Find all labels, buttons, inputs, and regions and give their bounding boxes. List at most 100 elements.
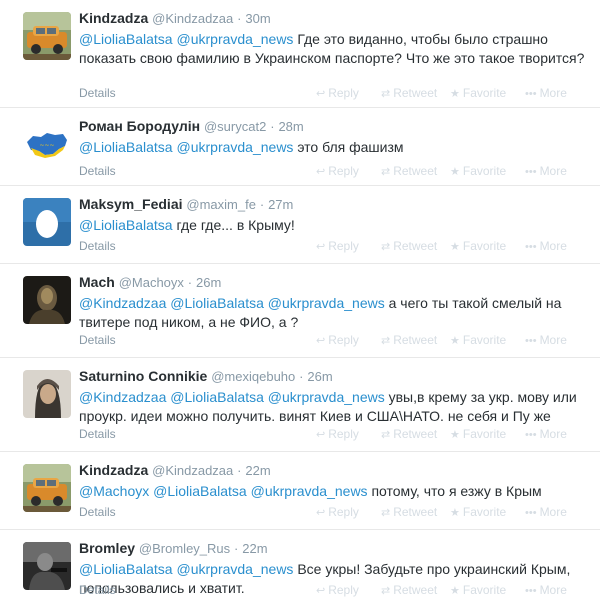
more-button[interactable]: ••• More (525, 427, 567, 441)
tweet[interactable]: Saturnino Connikie @mexiqebuho · 26m @Ki… (0, 358, 600, 452)
username[interactable]: @Kindzadzaa (152, 11, 233, 26)
mention-link[interactable]: @LioliaBalatsa (153, 483, 247, 499)
mention-link[interactable]: @LioliaBalatsa (79, 31, 173, 47)
avatar[interactable] (23, 370, 71, 418)
reply-icon: ↩ (316, 335, 326, 347)
tweet[interactable]: ~~~ Роман Бородулін @surycat2 · 28m @Lio… (0, 108, 600, 186)
favorite-button[interactable]: ★ Favorite (450, 583, 506, 597)
timestamp[interactable]: 26m (196, 275, 221, 290)
retweet-label: Retweet (393, 505, 438, 519)
favorite-button[interactable]: ★ Favorite (450, 333, 506, 347)
details-link[interactable]: Details (79, 583, 116, 597)
timestamp[interactable]: 22m (245, 463, 270, 478)
more-label: More (539, 427, 567, 441)
reply-button[interactable]: ↩ Reply (316, 505, 359, 519)
timestamp[interactable]: 27m (268, 197, 293, 212)
avatar[interactable]: ~~~ (23, 120, 71, 168)
username[interactable]: @mexiqebuho (211, 369, 295, 384)
favorite-button[interactable]: ★ Favorite (450, 164, 506, 178)
more-dots-icon: ••• (525, 335, 537, 347)
tweet-text-body: где где... в Крыму! (176, 217, 295, 233)
more-button[interactable]: ••• More (525, 505, 567, 519)
tweet-text: @Kindzadzaa @LioliaBalatsa @ukrpravda_ne… (79, 388, 590, 426)
favorite-button[interactable]: ★ Favorite (450, 427, 506, 441)
retweet-button[interactable]: ⇄ Retweet (381, 333, 437, 347)
star-icon: ★ (450, 241, 460, 253)
mention-link[interactable]: @LioliaBalatsa (79, 561, 173, 577)
mention-link[interactable]: @ukrpravda_news (268, 295, 385, 311)
reply-icon: ↩ (316, 88, 326, 100)
mention-link[interactable]: @ukrpravda_news (177, 31, 294, 47)
favorite-button[interactable]: ★ Favorite (450, 86, 506, 100)
tweet[interactable]: Mach @Machoyx · 26m @Kindzadzaa @LioliaB… (0, 264, 600, 358)
reply-button[interactable]: ↩ Reply (316, 427, 359, 441)
more-button[interactable]: ••• More (525, 583, 567, 597)
reply-button[interactable]: ↩ Reply (316, 583, 359, 597)
retweet-button[interactable]: ⇄ Retweet (381, 505, 437, 519)
username[interactable]: @Bromley_Rus (139, 541, 230, 556)
fullname[interactable]: Роман Бородулін (79, 118, 200, 134)
retweet-button[interactable]: ⇄ Retweet (381, 583, 437, 597)
more-button[interactable]: ••• More (525, 86, 567, 100)
fullname[interactable]: Bromley (79, 540, 135, 556)
timestamp[interactable]: 30m (245, 11, 270, 26)
more-button[interactable]: ••• More (525, 164, 567, 178)
timestamp[interactable]: 28m (278, 119, 303, 134)
more-button[interactable]: ••• More (525, 239, 567, 253)
reply-button[interactable]: ↩ Reply (316, 333, 359, 347)
username[interactable]: @Kindzadzaa (152, 463, 233, 478)
reply-label: Reply (328, 164, 359, 178)
mention-link[interactable]: @Kindzadzaa (79, 389, 166, 405)
reply-button[interactable]: ↩ Reply (316, 239, 359, 253)
details-link[interactable]: Details (79, 239, 116, 253)
fullname[interactable]: Kindzadza (79, 10, 148, 26)
reply-button[interactable]: ↩ Reply (316, 164, 359, 178)
mention-link[interactable]: @ukrpravda_news (251, 483, 368, 499)
tweet[interactable]: Kindzadza @Kindzadzaa · 30m @LioliaBalat… (0, 0, 600, 108)
mention-link[interactable]: @ukrpravda_news (177, 561, 294, 577)
retweet-button[interactable]: ⇄ Retweet (381, 86, 437, 100)
fullname[interactable]: Saturnino Connikie (79, 368, 207, 384)
tweet[interactable]: Maksym_Fediai @maxim_fe · 27m @LioliaBal… (0, 186, 600, 264)
details-link[interactable]: Details (79, 333, 116, 347)
fullname[interactable]: Kindzadza (79, 462, 148, 478)
details-link[interactable]: Details (79, 86, 116, 100)
mention-link[interactable]: @ukrpravda_news (268, 389, 385, 405)
username[interactable]: @surycat2 (204, 119, 266, 134)
details-link[interactable]: Details (79, 164, 116, 178)
fullname[interactable]: Maksym_Fediai (79, 196, 183, 212)
details-link[interactable]: Details (79, 427, 116, 441)
reply-button[interactable]: ↩ Reply (316, 86, 359, 100)
timestamp[interactable]: 22m (242, 541, 267, 556)
more-button[interactable]: ••• More (525, 333, 567, 347)
mention-link[interactable]: @LioliaBalatsa (79, 217, 173, 233)
username[interactable]: @Machoyx (119, 275, 184, 290)
tweet[interactable]: Kindzadza @Kindzadzaa · 22m @Machoyx @Li… (0, 452, 600, 530)
mention-link[interactable]: @LioliaBalatsa (79, 139, 173, 155)
username[interactable]: @maxim_fe (186, 197, 256, 212)
reply-icon: ↩ (316, 429, 326, 441)
mention-link[interactable]: @LioliaBalatsa (170, 389, 264, 405)
favorite-button[interactable]: ★ Favorite (450, 239, 506, 253)
retweet-button[interactable]: ⇄ Retweet (381, 427, 437, 441)
more-dots-icon: ••• (525, 166, 537, 178)
timestamp[interactable]: 26m (307, 369, 332, 384)
details-link[interactable]: Details (79, 505, 116, 519)
mention-link[interactable]: @LioliaBalatsa (170, 295, 264, 311)
retweet-button[interactable]: ⇄ Retweet (381, 239, 437, 253)
retweet-button[interactable]: ⇄ Retweet (381, 164, 437, 178)
reply-label: Reply (328, 333, 359, 347)
mention-link[interactable]: @ukrpravda_news (177, 139, 294, 155)
mention-link[interactable]: @Machoyx (79, 483, 149, 499)
tweet[interactable]: Bromley @Bromley_Rus · 22m @LioliaBalats… (0, 530, 600, 600)
favorite-label: Favorite (462, 583, 507, 597)
avatar[interactable] (23, 542, 71, 590)
fullname[interactable]: Mach (79, 274, 115, 290)
more-label: More (539, 164, 567, 178)
avatar[interactable] (23, 12, 71, 60)
favorite-button[interactable]: ★ Favorite (450, 505, 506, 519)
avatar[interactable] (23, 198, 71, 246)
mention-link[interactable]: @Kindzadzaa (79, 295, 166, 311)
avatar[interactable] (23, 464, 71, 512)
avatar[interactable] (23, 276, 71, 324)
